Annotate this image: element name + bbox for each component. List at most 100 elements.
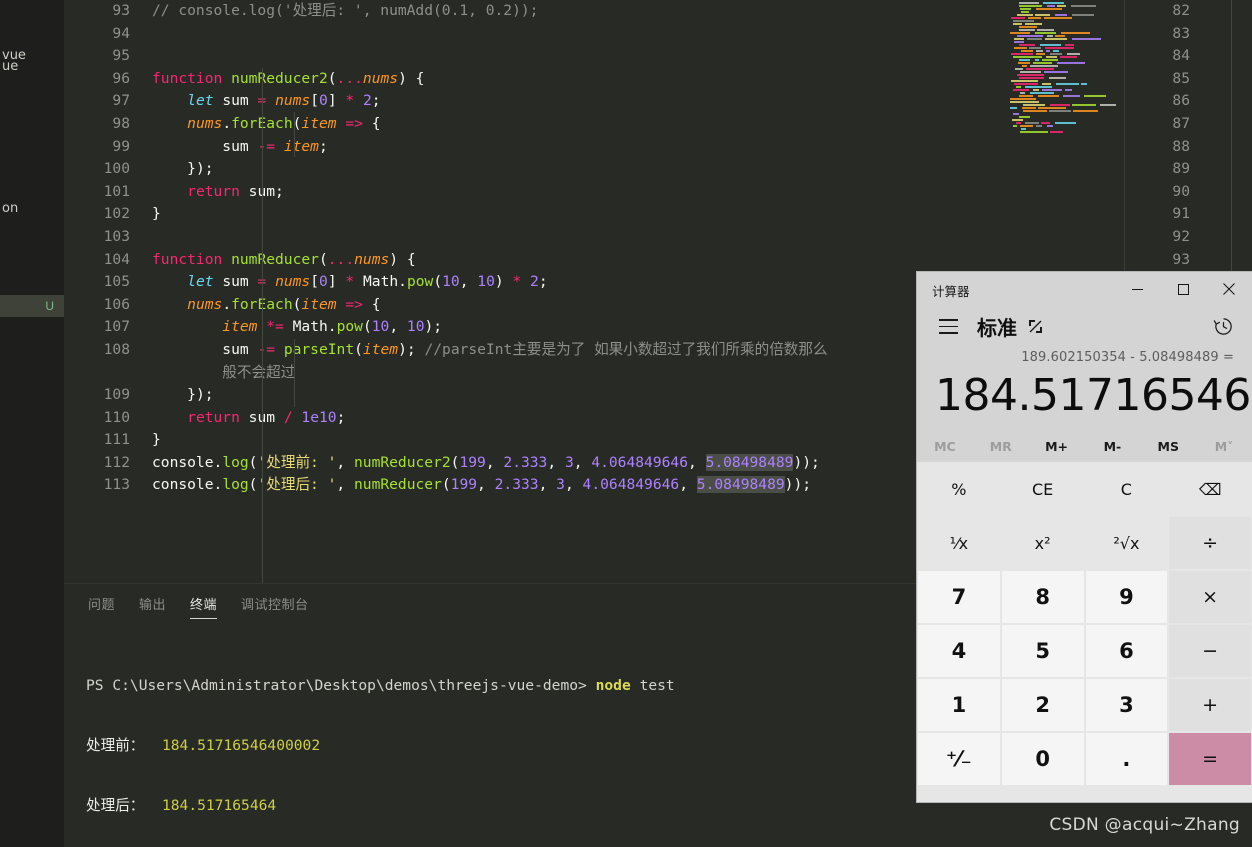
code-line[interactable]: function numReducer2(...nums) { — [152, 68, 828, 91]
line-number: 95 — [112, 47, 130, 65]
minimap-code-line — [1040, 44, 1061, 46]
code-line[interactable]: sum -= item; — [152, 136, 828, 159]
hamburger-menu-icon[interactable] — [939, 319, 958, 339]
panel-tab-1[interactable]: 输出 — [139, 594, 166, 619]
minimap-code-line — [1022, 65, 1027, 67]
memory-button-m+[interactable]: M+ — [1029, 430, 1085, 462]
minimap-code-line — [1020, 92, 1025, 94]
minimize-button[interactable] — [1114, 272, 1160, 306]
line-number: 93 — [1172, 250, 1190, 268]
line-number: 94 — [112, 24, 130, 42]
minimap-code-line — [1045, 38, 1067, 40]
code-line[interactable]: } — [152, 429, 828, 452]
calc-key-digit-4[interactable]: 4 — [917, 624, 1001, 678]
minimap-code-line — [1026, 68, 1054, 70]
code-line[interactable]: console.log('处理前: ', numReducer2(199, 2.… — [152, 452, 828, 475]
minimap-code-line — [1045, 47, 1074, 49]
calc-key-square-root[interactable]: ²√x — [1084, 516, 1169, 570]
memory-button-mc[interactable]: MC — [917, 430, 973, 462]
code-line[interactable]: return sum / 1e10; — [152, 407, 828, 430]
calc-key-clear[interactable]: C — [1084, 462, 1169, 516]
minimap-code-line — [1060, 56, 1077, 58]
code-line[interactable]: } — [152, 203, 828, 226]
minimize-icon — [1131, 288, 1143, 290]
panel-tab-0[interactable]: 问题 — [88, 594, 115, 619]
calc-key-square[interactable]: x² — [1000, 516, 1085, 570]
code-line[interactable]: nums.forEach(item => { — [152, 294, 828, 317]
calc-key-decimal-point[interactable]: . — [1084, 732, 1169, 786]
code-line[interactable] — [152, 23, 828, 46]
keep-on-top-icon[interactable] — [1027, 318, 1044, 339]
calc-key-digit-7[interactable]: 7 — [917, 570, 1001, 624]
history-button[interactable] — [1213, 316, 1234, 341]
code-line[interactable]: return sum; — [152, 181, 828, 204]
memory-button-m-[interactable]: M- — [1084, 430, 1140, 462]
code-line[interactable]: 般不会超过 — [152, 362, 828, 385]
calc-key-equals[interactable]: = — [1168, 732, 1252, 786]
calc-key-digit-6[interactable]: 6 — [1084, 624, 1169, 678]
code-line[interactable]: // console.log('处理后: ', numAdd(0.1, 0.2)… — [152, 0, 828, 23]
line-number: 96 — [112, 69, 130, 87]
explorer-sidebar[interactable]: ue vue on U — [0, 0, 64, 847]
code-line[interactable]: item *= Math.pow(10, 10); — [152, 316, 828, 339]
code-line[interactable]: }); — [152, 158, 828, 181]
editor-code[interactable]: // console.log('处理后: ', numAdd(0.1, 0.2)… — [152, 0, 828, 583]
calc-key-backspace[interactable]: ⌫ — [1168, 462, 1252, 516]
minimap-code-line — [1019, 44, 1035, 46]
memory-button-mr[interactable]: MR — [973, 430, 1029, 462]
minimap-code-line — [1033, 89, 1039, 91]
code-line[interactable] — [152, 45, 828, 68]
code-line[interactable]: nums.forEach(item => { — [152, 113, 828, 136]
calc-key-reciprocal[interactable]: ¹⁄x — [917, 516, 1001, 570]
explorer-item[interactable]: on — [0, 197, 64, 219]
memory-button-m[interactable]: M˅ — [1196, 430, 1252, 462]
line-number: 93 — [112, 2, 130, 19]
code-line[interactable] — [152, 226, 828, 249]
calculator-window[interactable]: 计算器 标准 189.602150354 - 5.08498489 = 184.… — [917, 272, 1252, 802]
panel-tab-3[interactable]: 调试控制台 — [241, 594, 309, 619]
minimap-code-line — [1025, 23, 1042, 25]
code-line[interactable]: function numReducer(...nums) { — [152, 249, 828, 272]
calc-key-digit-8[interactable]: 8 — [1000, 570, 1085, 624]
code-line[interactable]: }); — [152, 384, 828, 407]
memory-button-ms[interactable]: MS — [1140, 430, 1196, 462]
minimap-code-line — [1014, 47, 1027, 49]
calc-key-multiply[interactable]: × — [1168, 570, 1252, 624]
minimap-code-line — [1036, 125, 1042, 127]
minimap-code-line — [1065, 44, 1074, 46]
calc-key-digit-1[interactable]: 1 — [917, 678, 1001, 732]
line-number: 83 — [1172, 24, 1190, 42]
calc-key-percent[interactable]: % — [917, 462, 1001, 516]
calc-key-digit-9[interactable]: 9 — [1084, 570, 1169, 624]
minimap-code-line — [1021, 50, 1033, 52]
minimap-code-line — [1047, 5, 1055, 7]
calc-key-digit-5[interactable]: 5 — [1000, 624, 1085, 678]
explorer-item-label: vue — [2, 47, 26, 63]
panel-tabs[interactable]: 问题 输出 终端 调试控制台 — [88, 594, 309, 619]
code-line[interactable]: console.log('处理后: ', numReducer(199, 2.3… — [152, 474, 828, 497]
calc-key-divide[interactable]: ÷ — [1168, 516, 1252, 570]
calc-key-digit-2[interactable]: 2 — [1000, 678, 1085, 732]
code-line[interactable]: sum -= parseInt(item); //parseInt主要是为了 如… — [152, 339, 827, 362]
explorer-item[interactable]: vue — [0, 44, 64, 66]
calc-key-clear-entry[interactable]: CE — [1000, 462, 1085, 516]
line-number: 89 — [1172, 160, 1190, 178]
minimap-code-line — [1049, 110, 1071, 112]
calc-key-add[interactable]: + — [1168, 678, 1252, 732]
calculator-memory-row[interactable]: MC MR M+ M- MS M˅ — [917, 430, 1252, 462]
minimap-code-line — [1042, 59, 1058, 61]
calculator-titlebar[interactable]: 计算器 — [917, 272, 1252, 306]
explorer-item[interactable]: U — [0, 295, 64, 317]
panel-tab-2[interactable]: 终端 — [190, 594, 218, 619]
calc-key-sign-toggle[interactable]: ⁺⁄₋ — [917, 732, 1001, 786]
minimap-code-line — [1025, 86, 1052, 88]
calculator-keypad[interactable]: % CE C ⌫ ¹⁄x x² ²√x ÷ 7 8 9 × 4 5 6− 1 2 3 + ⁺⁄₋ 0. = — [917, 462, 1252, 786]
code-line[interactable]: let sum = nums[0] * 2; — [152, 90, 828, 113]
indent-guide — [294, 112, 295, 157]
code-line[interactable]: let sum = nums[0] * Math.pow(10, 10) * 2… — [152, 271, 828, 294]
calc-key-digit-0[interactable]: 0 — [1000, 732, 1085, 786]
calc-key-digit-3[interactable]: 3 — [1084, 678, 1169, 732]
maximize-button[interactable] — [1160, 272, 1206, 306]
calc-key-subtract[interactable]: − — [1168, 624, 1252, 678]
close-button[interactable] — [1206, 272, 1252, 306]
